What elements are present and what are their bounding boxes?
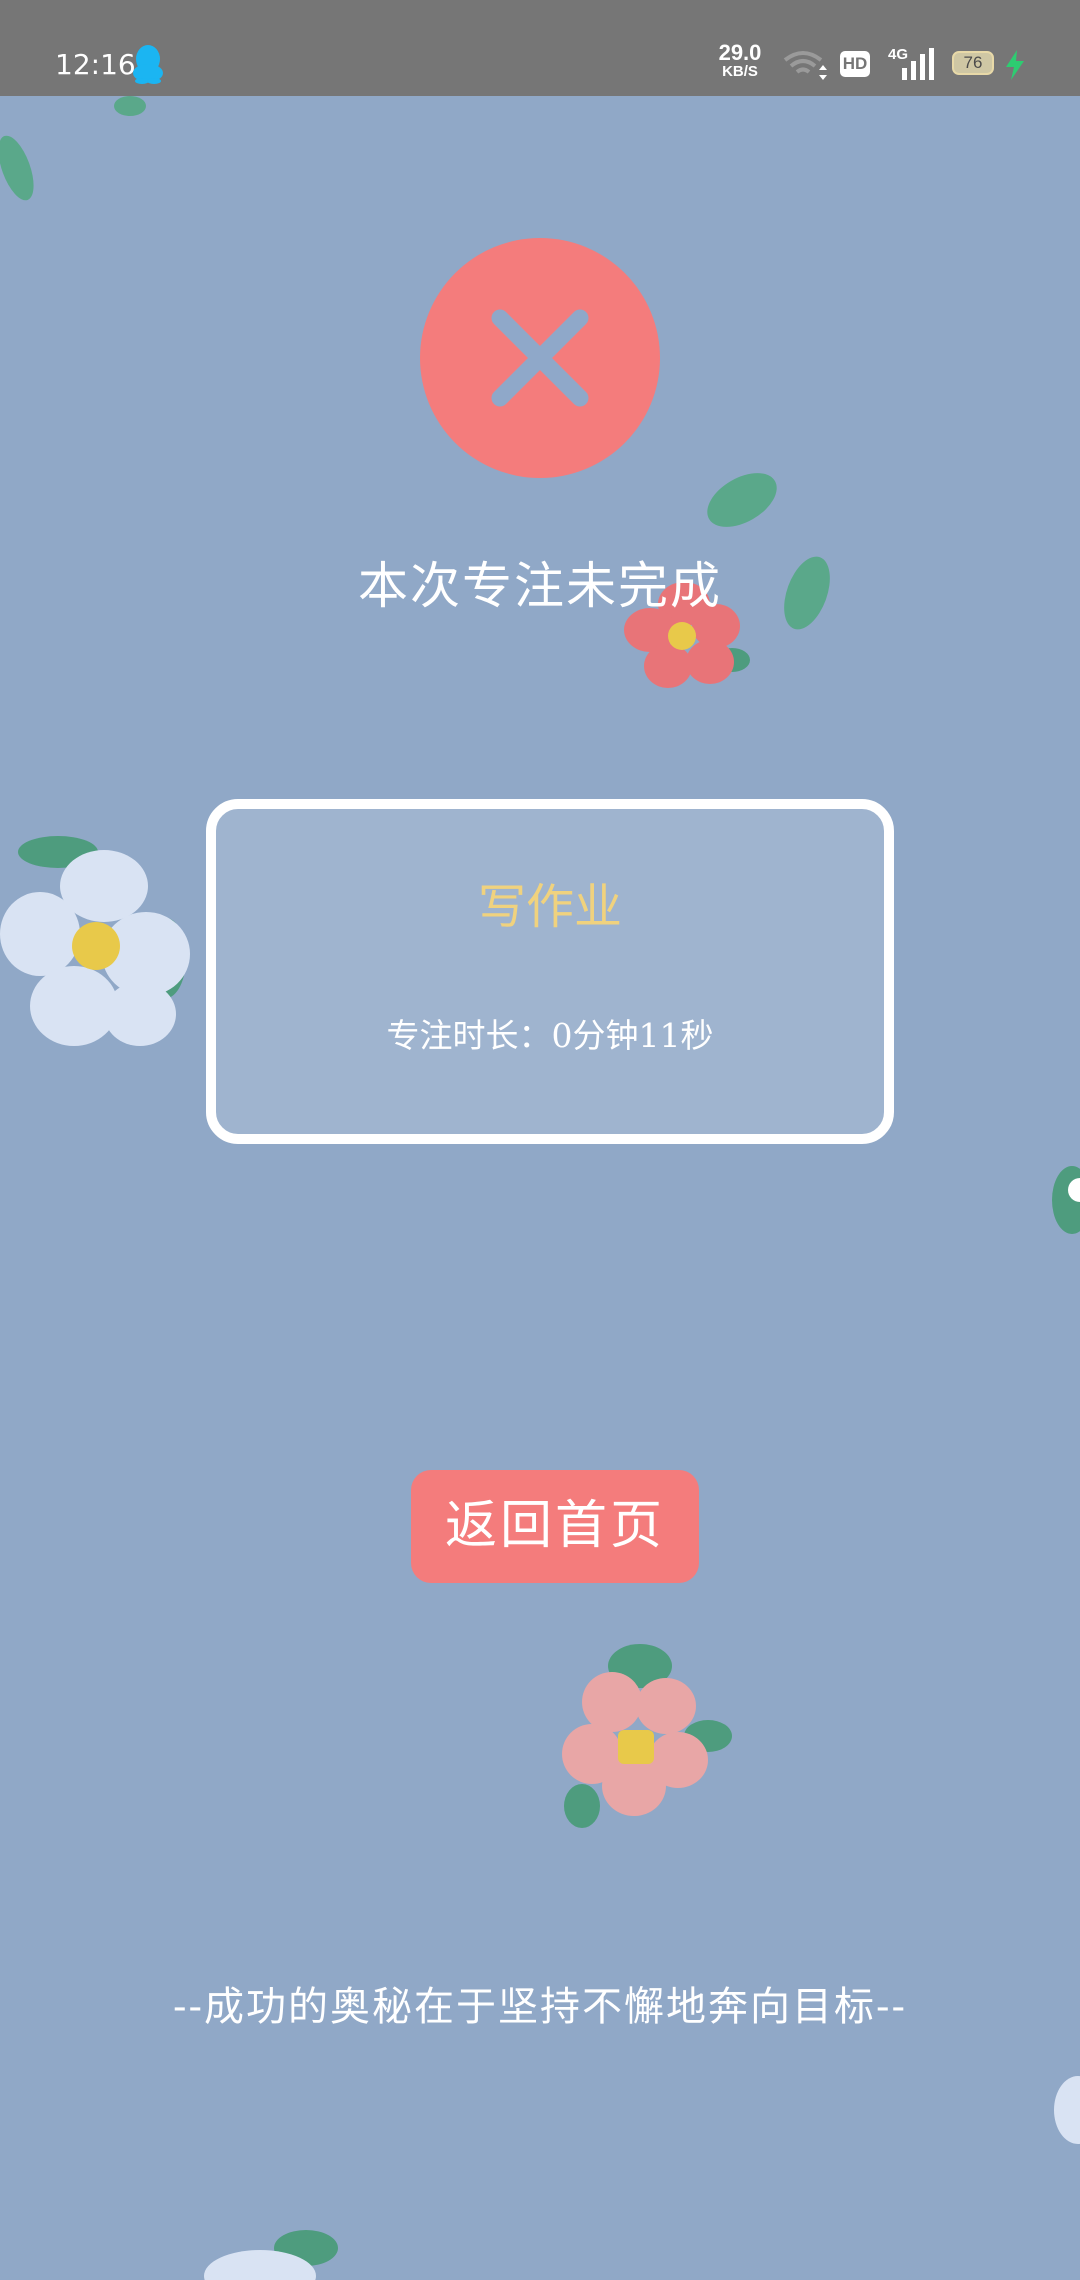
network-speed-value: 29.0 xyxy=(718,40,762,65)
flower-decoration-icon xyxy=(562,1644,732,1828)
task-card: 写作业 专注时长：0分钟11秒 xyxy=(206,799,894,1144)
qq-icon xyxy=(130,44,166,88)
close-icon xyxy=(491,309,589,407)
flower-decoration-icon xyxy=(0,836,190,1046)
result-title: 本次专注未完成 xyxy=(358,557,722,615)
charging-icon xyxy=(1004,50,1026,84)
network-speed-unit: KB/S xyxy=(722,63,758,80)
result-fail-icon xyxy=(420,238,660,478)
wifi-icon xyxy=(783,48,827,86)
signal-icon xyxy=(888,48,936,84)
motto-text: --成功的奥秘在于坚持不懈地奔向目标-- xyxy=(172,1984,908,2030)
flower-decoration-icon xyxy=(1054,2076,1080,2144)
status-bar: 12:16 29.0 KB/S HD 4G 76 xyxy=(0,0,1080,96)
hd-icon: HD xyxy=(840,51,870,77)
status-time: 12:16 xyxy=(55,48,136,81)
back-home-button[interactable]: 返回首页 xyxy=(411,1470,699,1583)
task-name: 写作业 xyxy=(477,879,622,935)
leaf-decoration-icon xyxy=(0,135,34,201)
flower-decoration-icon xyxy=(204,2230,338,2280)
focus-duration: 专注时长：0分钟11秒 xyxy=(386,1016,714,1055)
flower-decoration-icon xyxy=(1052,1166,1080,1234)
network-speed: 29.0 KB/S xyxy=(712,40,768,80)
battery-icon: 76 xyxy=(952,51,994,75)
leaf-decoration-icon xyxy=(114,96,146,116)
leaf-decoration-icon xyxy=(707,473,777,527)
